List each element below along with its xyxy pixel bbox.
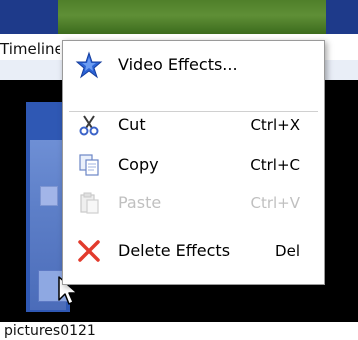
menu-label-delete-effects: Delete Effects bbox=[118, 241, 231, 260]
menu-item-delete-effects[interactable]: Delete Effects Del bbox=[63, 233, 324, 269]
menu-label-copy: Copy bbox=[118, 155, 159, 174]
top-video-thumbnail[interactable] bbox=[58, 0, 326, 34]
timeline-label: Timeline bbox=[0, 40, 60, 58]
menu-shortcut-cut: Ctrl+X bbox=[250, 116, 300, 134]
menu-shortcut-copy: Ctrl+C bbox=[250, 156, 300, 174]
scissors-icon bbox=[73, 109, 105, 141]
menu-item-video-effects[interactable]: Video Effects... bbox=[63, 47, 324, 83]
editor-stage: Timeline pictures0121 Video Effects... C… bbox=[0, 0, 358, 340]
clip-marker-icon bbox=[40, 186, 58, 206]
delete-x-icon bbox=[73, 235, 105, 267]
paste-icon bbox=[73, 187, 105, 219]
menu-shortcut-paste: Ctrl+V bbox=[250, 194, 300, 212]
clip-name-label: pictures0121 bbox=[4, 323, 96, 339]
menu-label-video-effects: Video Effects... bbox=[118, 55, 238, 74]
menu-label-cut: Cut bbox=[118, 115, 146, 134]
menu-item-copy[interactable]: Copy Ctrl+C bbox=[63, 147, 324, 183]
menu-item-cut[interactable]: Cut Ctrl+X bbox=[63, 107, 324, 143]
menu-shortcut-delete-effects: Del bbox=[275, 242, 300, 260]
menu-item-paste[interactable]: Paste Ctrl+V bbox=[63, 185, 324, 221]
top-clip-strip bbox=[0, 0, 358, 38]
star-icon bbox=[73, 49, 105, 81]
context-menu: Video Effects... Cut Ctrl+X Copy Ctrl+C … bbox=[62, 40, 325, 285]
menu-label-paste: Paste bbox=[118, 193, 162, 212]
copy-icon bbox=[73, 149, 105, 181]
